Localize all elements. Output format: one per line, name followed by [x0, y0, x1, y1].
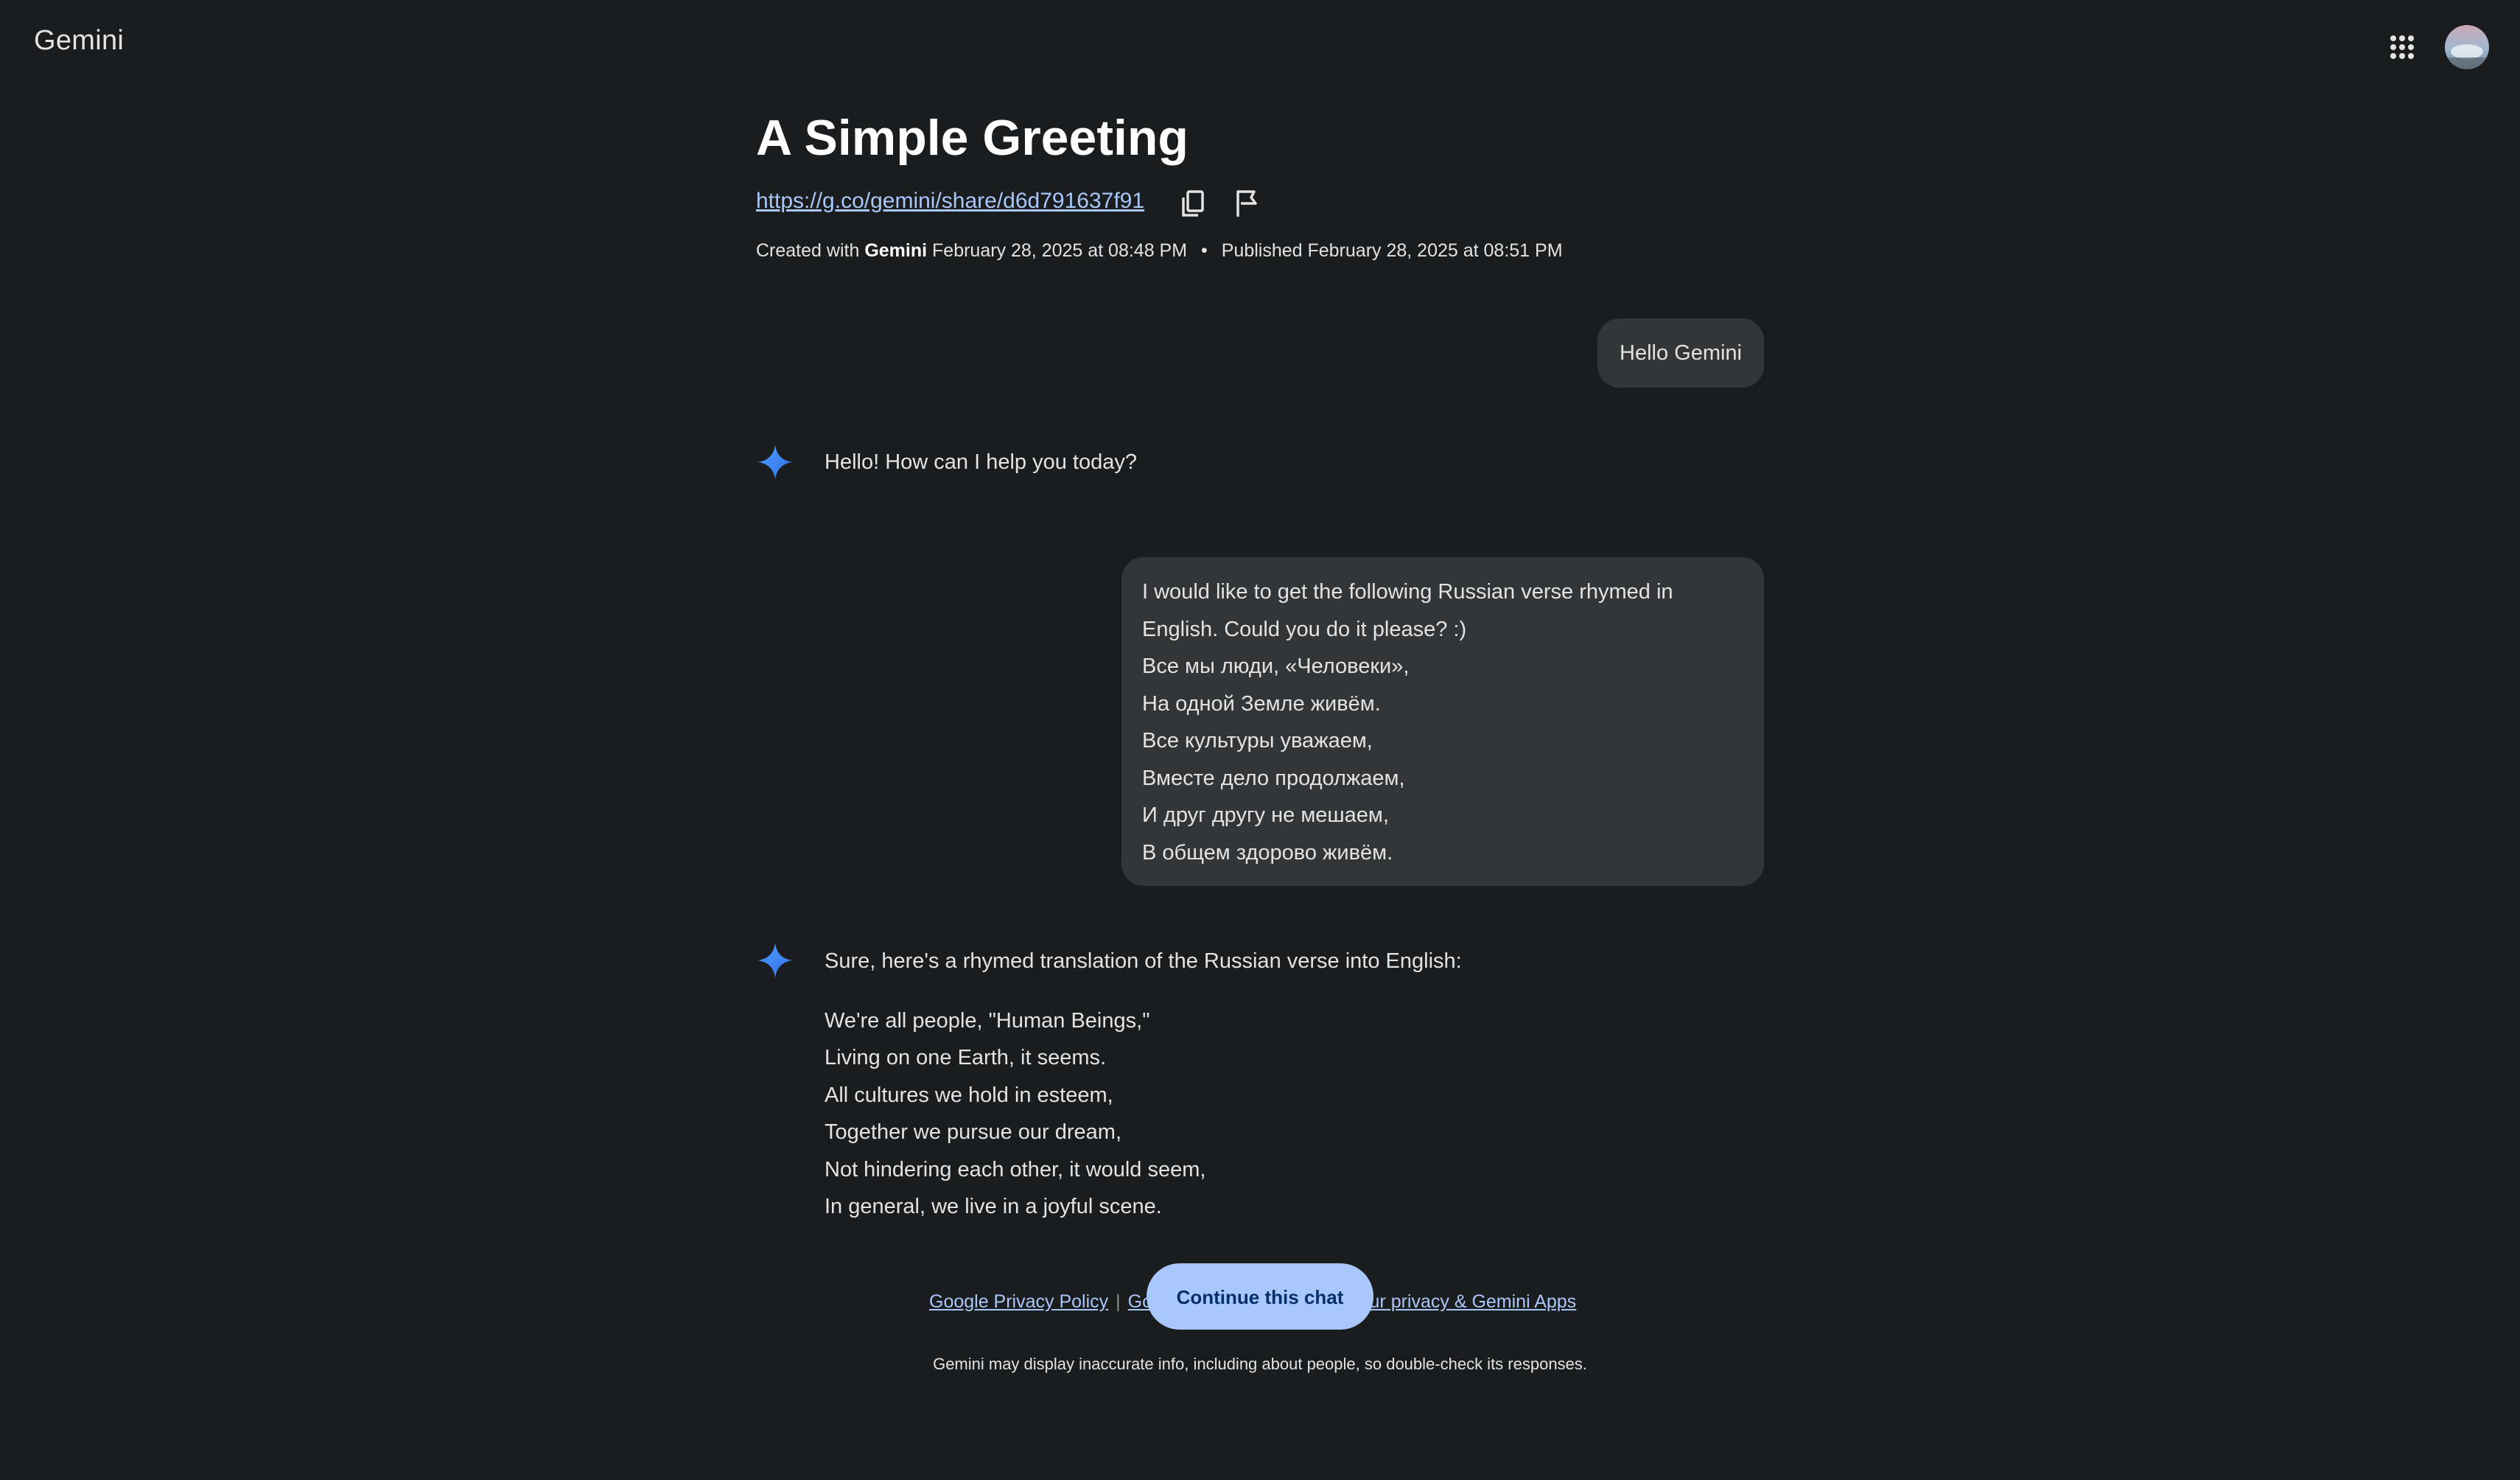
gemini-spark-icon — [756, 443, 794, 481]
meta-separator: • — [1201, 240, 1208, 261]
poem-line: All cultures we hold in esteem, — [825, 1083, 1113, 1107]
created-app: Gemini — [864, 240, 928, 261]
message-line: На одной Земле живём. — [1142, 691, 1381, 716]
model-poem: We're all people, "Human Beings," Living… — [825, 1002, 1205, 1225]
model-message-intro: Sure, here's a rhymed translation of the… — [825, 949, 1462, 973]
message-line: И друг другу не мешаем, — [1142, 803, 1389, 827]
footer-separator: | — [1116, 1291, 1121, 1312]
published-date: Published February 28, 2025 at 08:51 PM — [1221, 240, 1563, 261]
message-line: Все мы люди, «Человеки», — [1142, 655, 1410, 678]
message-line: В общем здорово живём. — [1142, 840, 1393, 865]
poem-line: Living on one Earth, it seems. — [825, 1046, 1107, 1070]
gemini-apps-privacy-link[interactable]: our privacy & Gemini Apps — [1359, 1291, 1577, 1312]
copy-icon[interactable] — [1176, 186, 1211, 221]
page-title: A Simple Greeting — [756, 110, 1189, 166]
account-avatar[interactable] — [2445, 25, 2489, 69]
created-prefix: Created with — [756, 240, 860, 261]
model-message: Hello! How can I help you today? — [825, 450, 1137, 474]
continue-chat-button[interactable]: Continue this chat — [1147, 1263, 1373, 1330]
apps-grid-icon[interactable] — [2387, 32, 2417, 62]
poem-line: In general, we live in a joyful scene. — [825, 1195, 1162, 1219]
flag-icon[interactable] — [1229, 186, 1264, 221]
message-line: I would like to get the following Russia… — [1142, 580, 1673, 604]
disclaimer-text: Gemini may display inaccurate info, incl… — [933, 1355, 1587, 1373]
user-message: Hello Gemini — [1597, 318, 1764, 388]
message-line: Все культуры уважаем, — [1142, 729, 1373, 753]
google-privacy-policy-link[interactable]: Google Privacy Policy — [929, 1291, 1108, 1312]
message-line: Вместе дело продолжаем, — [1142, 766, 1405, 790]
poem-line: We're all people, "Human Beings," — [825, 1009, 1150, 1033]
user-message: I would like to get the following Russia… — [1121, 557, 1764, 886]
poem-line: Not hindering each other, it would seem, — [825, 1157, 1206, 1181]
message-line: English. Could you do it please? :) — [1142, 617, 1467, 641]
gemini-logo[interactable]: Gemini — [34, 25, 124, 57]
conversation-meta: Created with Gemini February 28, 2025 at… — [756, 240, 1563, 262]
gemini-spark-icon — [756, 941, 794, 980]
poem-line: Together we pursue our dream, — [825, 1120, 1121, 1145]
created-date: February 28, 2025 at 08:48 PM — [932, 240, 1188, 261]
share-url-link[interactable]: https://g.co/gemini/share/d6d791637f91 — [756, 189, 1144, 214]
gemini-share-page: Gemini A Simple Greeting https://g.co/ge… — [0, 0, 2520, 1480]
